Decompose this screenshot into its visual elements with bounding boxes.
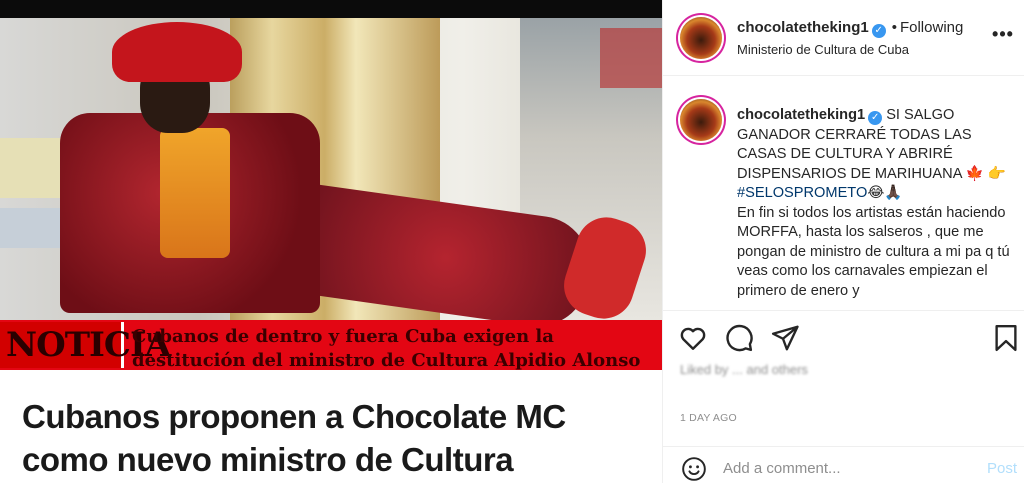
photo-figure-hat [112,22,242,82]
username-link[interactable]: chocolatetheking1 [737,19,869,36]
post-timestamp[interactable]: 1 DAY AGO [680,412,737,424]
header-user: chocolatetheking1 ✓ • Following [737,19,963,38]
photo-background-sign [600,28,662,88]
post-actions: Liked by ... and others 1 DAY AGO [663,310,1024,446]
liked-by-text[interactable]: Liked by ... and others [680,361,1000,378]
more-horizontal-icon[interactable]: ••• [989,20,1017,48]
verified-badge-icon: ✓ [868,111,883,125]
ticker-label: NOTICIA [0,322,171,368]
comment-bar: Post [663,446,1024,483]
comment-input[interactable] [723,453,973,483]
caption-body-text: En fin si todos los artistas están hacie… [737,204,1010,299]
share-icon[interactable] [770,323,800,353]
caption-text: chocolatetheking1 ✓ SI SALGO GANADOR CERR… [737,106,1019,301]
post-header: chocolatetheking1 ✓ • Following Ministerio … [663,0,1024,76]
news-headline: Cubanos proponen a Chocolate MC como nue… [22,398,566,478]
photo-figure-shirt [160,128,230,258]
heart-icon[interactable] [678,323,708,353]
post-photo [0,18,662,320]
post-side-panel: chocolatetheking1 ✓ • Following Ministerio … [662,0,1024,483]
post-caption: chocolatetheking1 ✓ SI SALGO GANADOR CERR… [663,77,1024,309]
hashtag-emojis: 😂🙏🏿 [867,185,903,201]
avatar[interactable] [680,99,722,141]
post-media[interactable]: NOTICIA Cubanos de dentro y fuera Cuba e… [0,0,662,483]
comment-icon[interactable] [724,323,754,353]
media-top-bar [0,0,662,18]
post-comment-button[interactable]: Post [987,460,1017,477]
point-right-emoji: 👉 [987,165,1007,182]
hashtag-link[interactable]: #SELOSPROMETO [737,185,867,201]
following-button[interactable]: Following [900,19,963,36]
verified-badge-icon: ✓ [871,24,886,38]
bookmark-icon[interactable] [991,323,1021,353]
ticker-line-1: Cubanos de dentro y fuera Cuba exigen la [132,326,554,347]
separator-dot: • [891,19,897,36]
caption-username[interactable]: chocolatetheking1 [737,107,865,123]
avatar[interactable] [680,17,722,59]
emoji-icon[interactable] [681,456,707,482]
location-link[interactable]: Ministerio de Cultura de Cuba [737,42,909,57]
news-ticker: NOTICIA Cubanos de dentro y fuera Cuba e… [0,320,662,370]
ticker-line-2: destitución del ministro de Cultura Alpi… [132,350,641,370]
